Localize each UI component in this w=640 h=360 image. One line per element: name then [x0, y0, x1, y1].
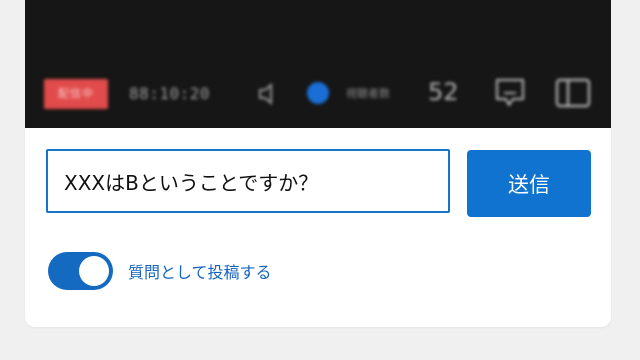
page: 配信中 88:10:20 視聴者数 52 送信 質問とし	[0, 0, 640, 360]
live-badge: 配信中	[44, 79, 108, 109]
video-player: 配信中 88:10:20 視聴者数 52	[25, 0, 611, 128]
viewer-count-label: 視聴者数	[346, 87, 390, 100]
sidebar-layout-icon[interactable]	[555, 78, 591, 108]
send-button[interactable]: 送信	[467, 150, 591, 217]
viewer-count: 52	[428, 78, 459, 106]
post-as-question-row: 質問として投稿する	[48, 252, 272, 290]
toggle-knob	[79, 256, 109, 286]
player-control-bar: 配信中 88:10:20 視聴者数 52	[25, 62, 611, 128]
viewer-status-dot	[307, 82, 329, 104]
post-as-question-label[interactable]: 質問として投稿する	[128, 259, 272, 283]
question-input[interactable]	[46, 149, 450, 213]
elapsed-time: 88:10:20	[129, 84, 211, 103]
post-as-question-toggle[interactable]	[48, 252, 113, 290]
question-panel: 送信 質問として投稿する	[25, 128, 611, 327]
comment-icon[interactable]	[495, 77, 525, 109]
volume-icon[interactable]	[257, 81, 277, 107]
